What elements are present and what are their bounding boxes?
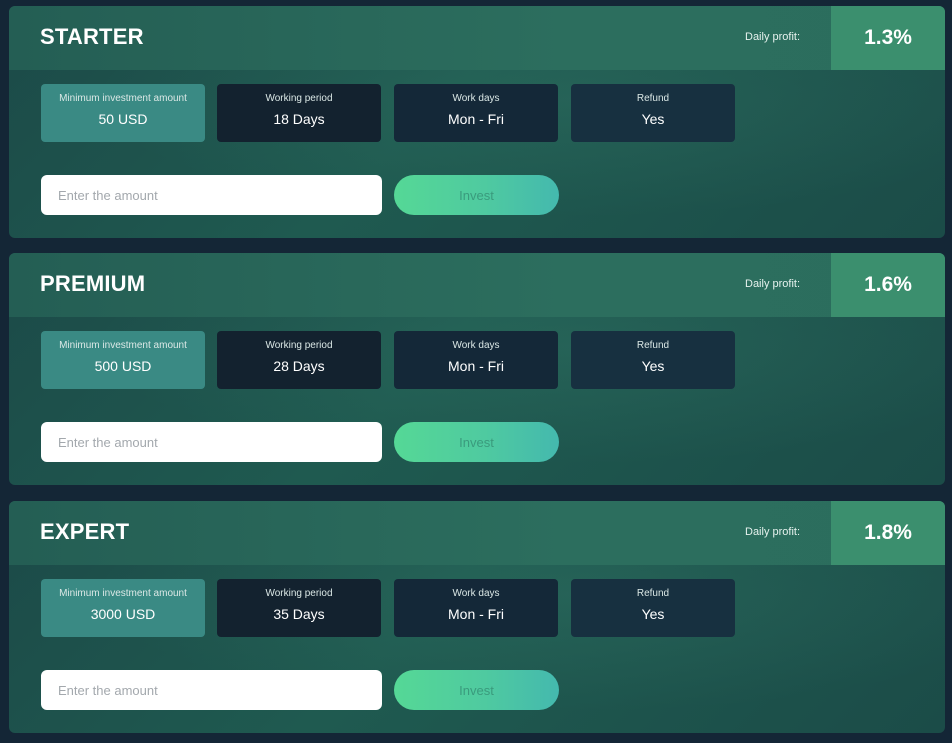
daily-profit-box: 1.8%: [831, 501, 945, 565]
min-investment-stat: Minimum investment amount 3000 USD: [41, 579, 205, 637]
stat-label: Work days: [452, 340, 500, 351]
min-investment-stat: Minimum investment amount 500 USD: [41, 331, 205, 389]
stat-value: Mon - Fri: [448, 111, 504, 127]
plan-card-expert: EXPERT Daily profit: 1.8% Minimum invest…: [9, 501, 945, 733]
daily-profit-box: 1.3%: [831, 6, 945, 70]
plan-card-starter: STARTER Daily profit: 1.3% Minimum inves…: [9, 6, 945, 238]
stat-value: Mon - Fri: [448, 606, 504, 622]
stat-label: Refund: [636, 340, 670, 351]
min-investment-stat: Minimum investment amount 50 USD: [41, 84, 205, 142]
invest-button[interactable]: Invest: [394, 422, 559, 462]
work-days-stat: Work days Mon - Fri: [394, 579, 558, 637]
stat-label: Work days: [452, 588, 500, 599]
stat-label: Minimum investment amount: [59, 340, 187, 351]
stat-value: Yes: [641, 358, 665, 374]
working-period-stat: Working period 18 Days: [217, 84, 381, 142]
stat-value: 500 USD: [94, 358, 152, 374]
daily-profit-label: Daily profit:: [745, 31, 801, 43]
stat-value: 35 Days: [273, 606, 325, 622]
stat-label: Minimum investment amount: [59, 93, 187, 104]
plan-card-premium: PREMIUM Daily profit: 1.6% Minimum inves…: [9, 253, 945, 485]
invest-button[interactable]: Invest: [394, 175, 559, 215]
work-days-stat: Work days Mon - Fri: [394, 84, 558, 142]
refund-stat: Refund Yes: [571, 579, 735, 637]
amount-input[interactable]: [41, 422, 382, 462]
refund-stat: Refund Yes: [571, 84, 735, 142]
stat-value: Mon - Fri: [448, 358, 504, 374]
amount-input[interactable]: [41, 670, 382, 710]
daily-profit-value: 1.8%: [864, 521, 912, 544]
daily-profit-label: Daily profit:: [745, 526, 801, 538]
plan-header: STARTER Daily profit: 1.3%: [9, 6, 945, 70]
stat-value: 28 Days: [273, 358, 325, 374]
stat-label: Working period: [265, 588, 333, 599]
plan-title: EXPERT: [40, 519, 130, 544]
stat-label: Refund: [636, 93, 670, 104]
daily-profit-label: Daily profit:: [745, 278, 801, 290]
daily-profit-value: 1.3%: [864, 26, 912, 49]
stat-label: Minimum investment amount: [59, 588, 187, 599]
working-period-stat: Working period 35 Days: [217, 579, 381, 637]
stat-label: Working period: [265, 93, 333, 104]
amount-input[interactable]: [41, 175, 382, 215]
stat-value: Yes: [641, 111, 665, 127]
investment-plans-page: STARTER Daily profit: 1.3% Minimum inves…: [0, 0, 952, 743]
daily-profit-box: 1.6%: [831, 253, 945, 317]
plan-header: PREMIUM Daily profit: 1.6%: [9, 253, 945, 317]
stat-value: 18 Days: [273, 111, 325, 127]
stat-value: 50 USD: [98, 111, 148, 127]
plan-title: STARTER: [40, 24, 144, 49]
stat-label: Work days: [452, 93, 500, 104]
refund-stat: Refund Yes: [571, 331, 735, 389]
work-days-stat: Work days Mon - Fri: [394, 331, 558, 389]
stat-value: 3000 USD: [90, 606, 156, 622]
plan-header: EXPERT Daily profit: 1.8%: [9, 501, 945, 565]
working-period-stat: Working period 28 Days: [217, 331, 381, 389]
daily-profit-value: 1.6%: [864, 273, 912, 296]
plan-title: PREMIUM: [40, 271, 146, 296]
stat-label: Refund: [636, 588, 670, 599]
stat-label: Working period: [265, 340, 333, 351]
stat-value: Yes: [641, 606, 665, 622]
invest-button[interactable]: Invest: [394, 670, 559, 710]
